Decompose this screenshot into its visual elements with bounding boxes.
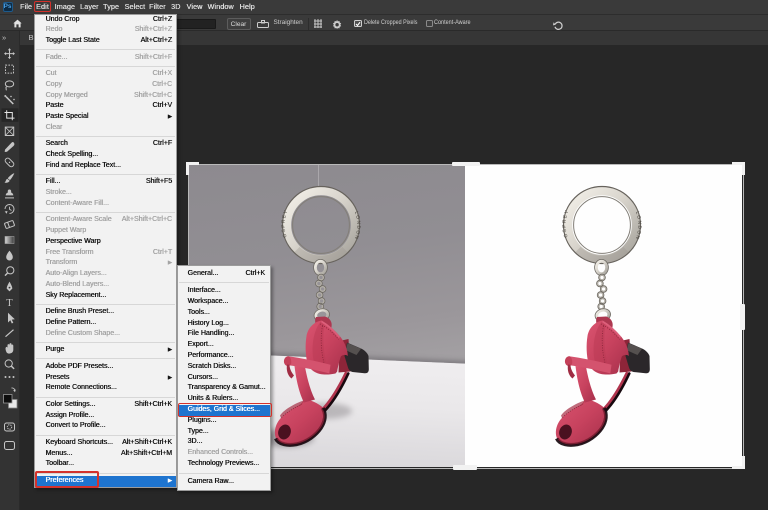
svg-text:T: T: [6, 298, 13, 309]
